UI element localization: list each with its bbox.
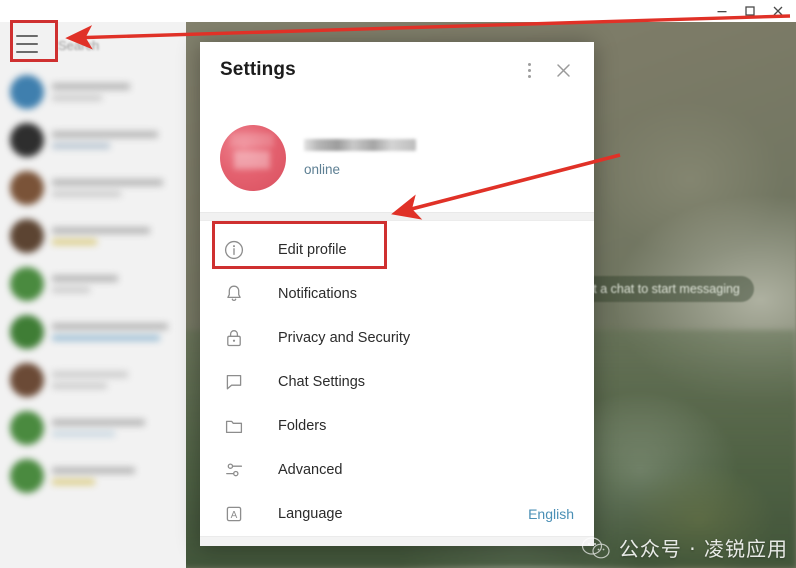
highlight-edit-profile-row bbox=[212, 221, 387, 269]
app-window: Search Select a chat to start messaging … bbox=[0, 0, 796, 568]
highlight-hamburger-menu-button bbox=[10, 20, 58, 62]
annotation-arrows bbox=[65, 14, 791, 220]
